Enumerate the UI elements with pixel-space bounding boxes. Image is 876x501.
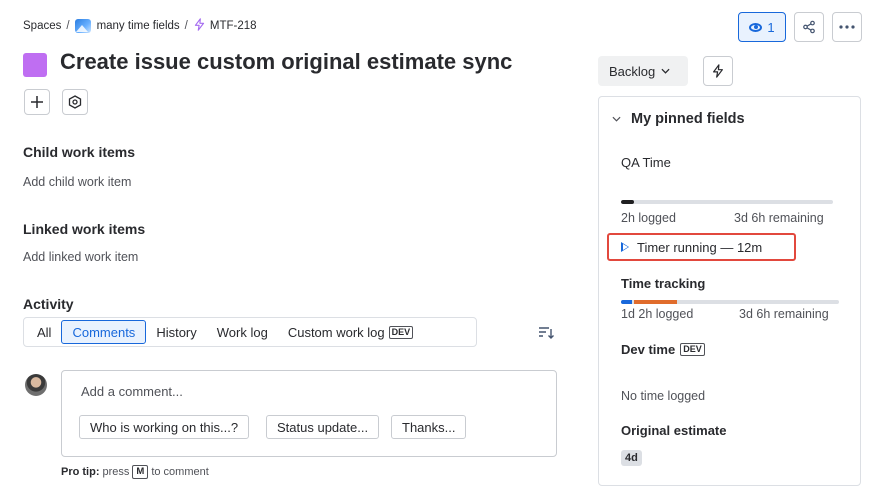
- project-avatar-icon: [74, 19, 91, 33]
- breadcrumb-issue-key[interactable]: MTF-218: [210, 20, 257, 32]
- activity-tabs: All Comments History Work log Custom wor…: [23, 317, 477, 347]
- qa-time-label: QA Time: [621, 155, 671, 170]
- avatar: [25, 374, 47, 396]
- quick-reply-working[interactable]: Who is working on this...?: [79, 415, 250, 439]
- pro-tip-text-after: to comment: [151, 466, 209, 478]
- dev-badge: DEV: [680, 343, 705, 356]
- time-tracking-remaining: 3d 6h remaining: [739, 307, 829, 321]
- eye-icon: [749, 22, 763, 32]
- pinned-fields-title: My pinned fields: [631, 111, 745, 127]
- tab-custom-work-log-label: Custom work log: [287, 324, 385, 340]
- more-icon: [839, 25, 855, 29]
- breadcrumb-project[interactable]: many time fields: [97, 20, 180, 32]
- sort-icon[interactable]: [538, 326, 554, 340]
- pro-tip-text: press: [102, 466, 130, 478]
- pro-tip-label: Pro tip:: [61, 466, 100, 478]
- keyboard-key: M: [132, 465, 149, 479]
- add-button[interactable]: [24, 89, 50, 115]
- lightning-icon: [193, 18, 206, 34]
- original-estimate-label: Original estimate: [621, 423, 727, 438]
- chevron-down-icon: [612, 116, 621, 122]
- qa-time-progress-fill: [621, 200, 634, 204]
- add-child-work-item-link[interactable]: Add child work item: [23, 175, 131, 189]
- tab-custom-work-log[interactable]: Custom work log DEV: [278, 320, 423, 344]
- time-tracking-progress[interactable]: [621, 300, 839, 304]
- pro-tip: Pro tip: press M to comment: [61, 465, 209, 479]
- tab-history[interactable]: History: [146, 320, 206, 344]
- more-actions-button[interactable]: [832, 12, 862, 42]
- watch-button[interactable]: 1: [738, 12, 786, 42]
- quick-reply-status[interactable]: Status update...: [266, 415, 380, 439]
- child-work-items-heading: Child work items: [23, 144, 136, 160]
- breadcrumb-separator: /: [184, 20, 188, 32]
- qa-time-logged: 2h logged: [621, 211, 676, 225]
- linked-work-items-heading: Linked work items: [23, 221, 146, 237]
- status-dropdown[interactable]: Backlog: [598, 56, 688, 86]
- lightning-icon: [713, 64, 723, 78]
- time-tracking-progress-blue: [621, 300, 632, 304]
- breadcrumb-spaces[interactable]: Spaces: [23, 20, 61, 32]
- issue-type-icon[interactable]: [23, 53, 47, 77]
- time-tracking-label: Time tracking: [621, 276, 706, 291]
- timer-running-text: Timer running — 12m: [637, 239, 763, 255]
- time-tracking-logged: 1d 2h logged: [621, 307, 694, 321]
- plus-icon: [31, 96, 43, 108]
- time-tracking-progress-orange: [633, 300, 678, 304]
- play-icon: [621, 242, 629, 252]
- activity-heading: Activity: [23, 296, 74, 312]
- issue-title[interactable]: Create issue custom original estimate sy…: [60, 49, 512, 75]
- dev-time-value[interactable]: No time logged: [621, 389, 705, 403]
- tab-comments[interactable]: Comments: [61, 320, 147, 344]
- original-estimate-value[interactable]: 4d: [621, 450, 642, 466]
- dev-time-heading: Dev time DEV: [621, 342, 705, 357]
- quick-reply-thanks[interactable]: Thanks...: [391, 415, 467, 439]
- dev-badge: DEV: [388, 325, 414, 339]
- pinned-fields-toggle[interactable]: My pinned fields: [612, 111, 745, 127]
- qa-time-progress[interactable]: [621, 200, 833, 204]
- tab-work-log[interactable]: Work log: [207, 320, 278, 344]
- breadcrumb-separator: /: [66, 20, 70, 32]
- automation-button[interactable]: [703, 56, 733, 86]
- tab-all[interactable]: All: [27, 320, 61, 344]
- breadcrumb: Spaces / many time fields / MTF-218: [23, 17, 257, 35]
- apps-button[interactable]: [62, 89, 88, 115]
- timer-running-button[interactable]: Timer running — 12m: [607, 233, 796, 261]
- watch-count: 1: [767, 19, 775, 35]
- add-linked-work-item-link[interactable]: Add linked work item: [23, 250, 138, 264]
- share-button[interactable]: [794, 12, 824, 42]
- qa-time-remaining: 3d 6h remaining: [734, 211, 824, 225]
- dev-time-label: Dev time: [621, 342, 676, 357]
- chevron-down-icon: [661, 68, 670, 74]
- hexagon-icon: [68, 95, 82, 109]
- share-icon: [803, 20, 815, 34]
- comment-placeholder[interactable]: Add a comment...: [81, 384, 183, 399]
- status-label: Backlog: [609, 63, 656, 79]
